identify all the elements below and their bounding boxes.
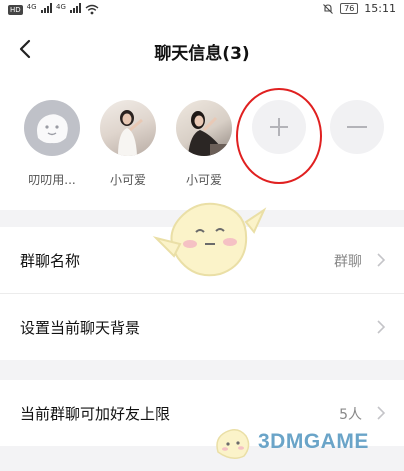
chevron-right-icon — [377, 320, 386, 334]
member-name: 小可爱 — [185, 173, 222, 187]
person-photo-icon — [118, 110, 143, 156]
status-bar: HD 4G 4G 76 15:11 — [0, 0, 404, 18]
status-left: HD 4G 4G — [8, 3, 99, 16]
battery-icon: 76 — [340, 3, 359, 14]
hd-badge: HD — [8, 4, 23, 15]
signal-icon: 4G — [26, 3, 53, 16]
person-photo-icon — [188, 111, 232, 156]
row-value: 群聊 — [334, 254, 362, 270]
member-item[interactable]: 小可爱 — [174, 100, 234, 188]
member-name: 叨叨用... — [28, 173, 76, 187]
row-label: 群聊名称 — [20, 252, 81, 270]
page-title: 聊天信息(3) — [154, 44, 250, 64]
signal-icon-2: 4G — [56, 3, 82, 16]
wifi-icon — [85, 4, 99, 15]
status-right: 76 15:11 — [322, 2, 396, 15]
member-name: 小可爱 — [109, 173, 146, 187]
mascot-watermark — [152, 202, 267, 277]
avatar — [24, 100, 80, 156]
watermark: 3DMGAME — [210, 418, 400, 470]
network-type-label: 4G — [26, 3, 37, 11]
member-item[interactable]: 小可爱 — [98, 100, 158, 188]
ghost-avatar-icon — [37, 114, 68, 144]
row-label: 当前群聊可加好友上限 — [20, 405, 171, 423]
highlight-circle — [236, 88, 322, 184]
chevron-right-icon — [377, 253, 386, 267]
member-item[interactable]: 叨叨用... — [22, 100, 82, 188]
minus-icon — [347, 126, 367, 128]
nav-bar: 聊天信息(3) — [0, 20, 404, 78]
watermark-text: 3DMGAME — [258, 430, 369, 453]
avatar — [100, 100, 156, 156]
remove-member-button[interactable] — [330, 100, 384, 154]
network-type-label-2: 4G — [56, 3, 66, 11]
chat-background-row[interactable]: 设置当前聊天背景 — [0, 294, 404, 360]
section-gap — [0, 360, 404, 380]
row-label: 设置当前聊天背景 — [20, 319, 141, 337]
mascot-logo-icon — [216, 429, 250, 459]
avatar — [176, 100, 232, 156]
clock: 15:11 — [364, 2, 396, 15]
mute-bell-icon — [323, 3, 333, 14]
